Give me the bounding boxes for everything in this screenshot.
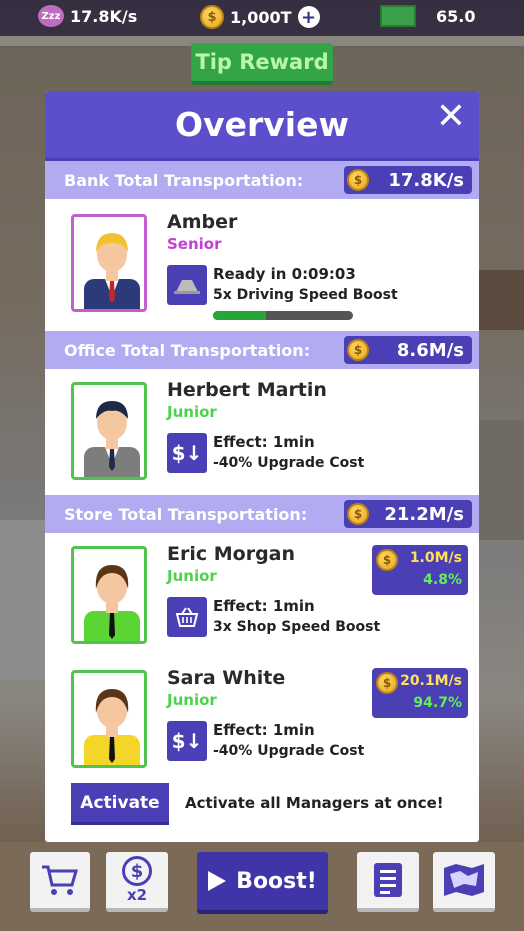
skill-status: Ready in 0:09:03 (213, 265, 356, 283)
list-button[interactable] (357, 852, 419, 912)
section-rate-value: 17.8K/s (388, 169, 464, 191)
cash-icon (380, 5, 416, 27)
coin-icon: $ (347, 169, 369, 191)
section-rate: $ 21.2M/s (344, 500, 472, 528)
manager-portrait (71, 546, 147, 644)
overview-header: Overview ✕ (45, 91, 479, 161)
senior-manager-avatar-icon (84, 233, 140, 309)
shopping-cart-icon (42, 865, 78, 895)
junior-manager-avatar-icon (84, 689, 140, 765)
building (478, 420, 524, 540)
resource-bar: Zzz 17.8K/s $ 1,000T + 65.0 (0, 0, 524, 36)
coin-balance: $ 1,000T + (200, 5, 320, 29)
skill-effect: -40% Upgrade Cost (213, 743, 365, 759)
coin-icon: $ (376, 672, 398, 694)
manager-card-eric[interactable]: Eric Morgan Junior Effect: 1min 3x Shop … (45, 531, 479, 651)
close-button[interactable]: ✕ (433, 99, 469, 135)
manager-portrait (71, 670, 147, 768)
manager-portrait (71, 214, 147, 312)
skill-effect: 5x Driving Speed Boost (213, 287, 398, 303)
cash-balance: 65.0 (380, 5, 475, 27)
clipboard-list-icon (374, 863, 402, 897)
skill-effect: -40% Upgrade Cost (213, 455, 365, 471)
manager-rank: Junior (167, 403, 217, 421)
manager-name: Herbert Martin (167, 379, 327, 401)
overview-panel: Overview ✕ Bank Total Transportation: $ … (45, 91, 479, 842)
section-label: Office Total Transportation: (64, 340, 311, 360)
dollar-icon: $ (122, 856, 152, 886)
coin-icon: $ (347, 339, 369, 361)
upgrade-cost-down-icon: $↓ (167, 721, 207, 761)
skill-progress-fill (213, 311, 267, 320)
building (478, 270, 524, 330)
speed-boost-icon (167, 265, 207, 305)
manager-card-amber[interactable]: Amber Senior Ready in 0:09:03 5x Driving… (45, 199, 479, 320)
gem-rate: Zzz 17.8K/s (38, 5, 137, 27)
multiplier-label: x2 (126, 886, 148, 904)
add-coins-button[interactable]: + (297, 6, 320, 28)
map-button[interactable] (433, 852, 495, 912)
skill-effect: 3x Shop Speed Boost (213, 619, 381, 635)
road (0, 520, 45, 680)
activate-all-button[interactable]: Activate (71, 783, 169, 825)
manager-card-herbert[interactable]: Herbert Martin Junior $↓ Effect: 1min -4… (45, 367, 479, 487)
section-rate-value: 21.2M/s (384, 503, 464, 525)
gem-rate-value: 17.8K/s (70, 6, 138, 26)
section-rate-value: 8.6M/s (396, 339, 464, 361)
manager-card-sara[interactable]: Sara White Junior $↓ Effect: 1min -40% U… (45, 655, 479, 775)
section-rate: $ 8.6M/s (344, 336, 472, 364)
boost-label: Boost! (236, 868, 317, 894)
section-store: Store Total Transportation: $ 21.2M/s (45, 495, 479, 533)
boost-button[interactable]: Boost! (197, 852, 328, 914)
cash-value: 65.0 (436, 6, 476, 26)
earn-percent: 4.8% (423, 572, 462, 588)
overview-title: Overview (175, 105, 349, 144)
section-office: Office Total Transportation: $ 8.6M/s (45, 331, 479, 369)
manager-name: Eric Morgan (167, 543, 296, 565)
play-icon (208, 871, 227, 891)
section-rate: $ 17.8K/s (344, 166, 472, 194)
double-income-button[interactable]: $ x2 (106, 852, 168, 912)
manager-rank: Junior (167, 567, 217, 585)
coin-value: 1,000T (230, 7, 292, 27)
section-bank: Bank Total Transportation: $ 17.8K/s (45, 161, 479, 199)
skill-duration: Effect: 1min (213, 433, 315, 451)
skill-duration: Effect: 1min (213, 597, 315, 615)
map-icon (444, 864, 484, 896)
manager-portrait (71, 382, 147, 480)
manager-name: Sara White (167, 667, 286, 689)
earn-rate: 20.1M/s (400, 673, 462, 689)
shop-button[interactable] (30, 852, 90, 912)
manager-name: Amber (167, 211, 238, 233)
activate-description: Activate all Managers at once! (185, 794, 444, 812)
section-label: Bank Total Transportation: (64, 170, 304, 190)
junior-manager-avatar-icon (84, 401, 140, 477)
manager-rank: Senior (167, 235, 222, 253)
earn-rate: 1.0M/s (409, 550, 462, 566)
section-label: Store Total Transportation: (64, 504, 308, 524)
tip-reward-button[interactable]: Tip Reward (191, 43, 333, 85)
manager-earnings-badge: $ 20.1M/s 94.7% (372, 668, 468, 718)
coin-icon: $ (200, 5, 224, 29)
coin-icon: $ (347, 503, 369, 525)
manager-rank: Junior (167, 691, 217, 709)
shopping-basket-icon (167, 597, 207, 637)
earn-percent: 94.7% (413, 695, 462, 711)
junior-manager-avatar-icon (84, 565, 140, 641)
manager-earnings-badge: $ 1.0M/s 4.8% (372, 545, 468, 595)
skill-duration: Effect: 1min (213, 721, 315, 739)
upgrade-cost-down-icon: $↓ (167, 433, 207, 473)
skill-progress-bar (213, 311, 353, 320)
coin-icon: $ (376, 549, 398, 571)
gem-icon: Zzz (38, 5, 64, 27)
